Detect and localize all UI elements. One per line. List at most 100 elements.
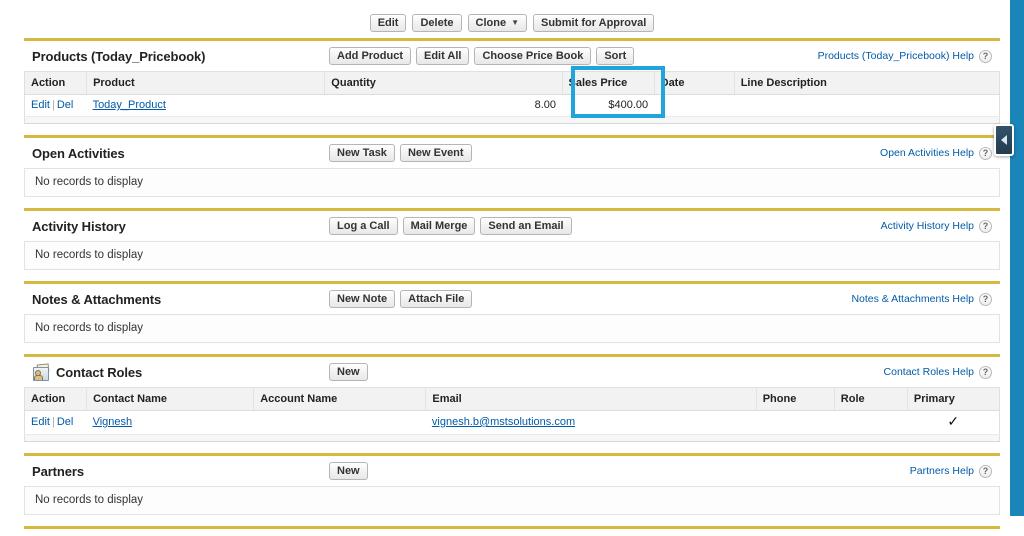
cell-contact-name: Vignesh: [86, 410, 254, 435]
edit-button[interactable]: Edit: [369, 14, 407, 32]
contact-roles-actions: New: [329, 363, 368, 381]
products-header: Products (Today_Pricebook) Add Product E…: [24, 41, 1000, 71]
cell-primary: ✓: [907, 410, 1000, 435]
new-contact-role-button[interactable]: New: [329, 363, 368, 381]
open-activities-help-link[interactable]: Open Activities Help: [880, 147, 974, 159]
submit-for-approval-button[interactable]: Submit for Approval: [532, 14, 655, 32]
sort-label: Sort: [604, 49, 627, 62]
new-note-button[interactable]: New Note: [329, 290, 396, 308]
col-action: Action: [24, 387, 88, 411]
products-table: Action Product Quantity Sales Price Date…: [24, 71, 1000, 124]
delete-button[interactable]: Delete: [412, 14, 462, 32]
open-activities-empty-state: No records to display: [24, 168, 1000, 197]
attach-file-button[interactable]: Attach File: [400, 290, 473, 308]
activity-history-title: Activity History: [32, 218, 126, 234]
email-link[interactable]: vignesh.b@mstsolutions.com: [432, 416, 575, 428]
col-primary: Primary: [907, 387, 1000, 411]
new-event-button[interactable]: New Event: [399, 144, 472, 162]
notes-attachments-header: Notes & Attachments New Note Attach File…: [24, 284, 1000, 314]
send-an-email-label: Send an Email: [488, 219, 564, 232]
choose-price-book-button[interactable]: Choose Price Book: [474, 47, 592, 65]
partners-related-list: Partners New Partners Help ? No records …: [24, 453, 1000, 515]
contact-roles-header: Contact Roles New Contact Roles Help ?: [24, 357, 1000, 387]
products-help-link[interactable]: Products (Today_Pricebook) Help: [818, 50, 974, 62]
contact-roles-title: Contact Roles: [56, 364, 143, 380]
add-product-button[interactable]: Add Product: [329, 47, 411, 65]
help-icon[interactable]: ?: [979, 365, 992, 379]
row-del-link[interactable]: Del: [57, 416, 74, 428]
partners-header: Partners New Partners Help ?: [24, 456, 1000, 486]
sort-button[interactable]: Sort: [596, 47, 635, 65]
action-separator: |: [51, 416, 55, 428]
right-sidebar-rail: [1010, 0, 1024, 516]
contact-card-icon: [32, 363, 50, 381]
row-del-link[interactable]: Del: [57, 99, 74, 111]
col-date: Date: [654, 71, 735, 95]
col-account-name: Account Name: [253, 387, 427, 411]
products-actions: Add Product Edit All Choose Price Book S…: [329, 47, 635, 65]
table-row: Edit | Del Today_Product 8.00 $400.00: [24, 94, 1000, 117]
cell-sales-price: $400.00: [562, 94, 655, 117]
mail-merge-button[interactable]: Mail Merge: [402, 217, 476, 235]
notes-attachments-help-link[interactable]: Notes & Attachments Help: [851, 293, 974, 305]
col-quantity: Quantity: [324, 71, 563, 95]
help-icon[interactable]: ?: [979, 219, 992, 233]
contact-name-link[interactable]: Vignesh: [93, 416, 133, 428]
col-product: Product: [86, 71, 326, 95]
product-link[interactable]: Today_Product: [93, 99, 166, 111]
activity-history-related-list: Activity History Log a Call Mail Merge S…: [24, 208, 1000, 270]
help-icon[interactable]: ?: [979, 464, 992, 478]
clone-button-label: Clone: [475, 16, 507, 29]
help-icon[interactable]: ?: [979, 292, 992, 306]
edit-all-button[interactable]: Edit All: [416, 47, 470, 65]
col-phone: Phone: [756, 387, 835, 411]
submit-for-approval-button-label: Submit for Approval: [540, 16, 647, 29]
partners-help: Partners Help ?: [910, 464, 992, 478]
partners-title: Partners: [32, 463, 84, 479]
new-task-label: New Task: [337, 146, 387, 159]
activity-history-actions: Log a Call Mail Merge Send an Email: [329, 217, 572, 235]
col-sales-price: Sales Price: [562, 71, 655, 95]
edit-button-label: Edit: [377, 16, 399, 29]
col-role: Role: [834, 387, 908, 411]
row-actions: Edit | Del: [24, 410, 87, 435]
open-activities-actions: New Task New Event: [329, 144, 472, 162]
cell-email: vignesh.b@mstsolutions.com: [425, 410, 757, 435]
sidebar-collapse-toggle[interactable]: [994, 124, 1014, 156]
help-icon[interactable]: ?: [979, 49, 992, 63]
notes-attachments-help: Notes & Attachments Help ?: [851, 292, 992, 306]
choose-price-book-label: Choose Price Book: [482, 49, 584, 62]
log-a-call-button[interactable]: Log a Call: [329, 217, 398, 235]
contact-roles-table: Action Contact Name Account Name Email P…: [24, 387, 1000, 442]
col-line-description: Line Description: [734, 71, 1000, 95]
col-contact-name: Contact Name: [86, 387, 255, 411]
new-event-label: New Event: [407, 146, 464, 159]
clone-button[interactable]: Clone ▼: [467, 14, 527, 32]
help-icon[interactable]: ?: [979, 146, 992, 160]
activity-history-help-link[interactable]: Activity History Help: [881, 220, 974, 232]
new-contact-role-label: New: [337, 365, 360, 378]
cell-date: [654, 94, 735, 117]
chevron-down-icon: ▼: [511, 17, 519, 27]
chevron-left-icon: [1001, 135, 1007, 145]
row-edit-link[interactable]: Edit: [31, 99, 50, 111]
record-action-bar: Edit Delete Clone ▼ Submit for Approval: [0, 0, 1024, 38]
open-activities-header: Open Activities New Task New Event Open …: [24, 138, 1000, 168]
products-table-header-row: Action Product Quantity Sales Price Date…: [24, 71, 1000, 95]
contact-roles-help: Contact Roles Help ?: [884, 365, 992, 379]
delete-button-label: Delete: [420, 16, 454, 29]
notes-attachments-title: Notes & Attachments: [32, 291, 162, 307]
row-edit-link[interactable]: Edit: [31, 416, 50, 428]
new-partner-button[interactable]: New: [329, 462, 368, 480]
contact-roles-help-link[interactable]: Contact Roles Help: [884, 366, 974, 378]
partners-help-link[interactable]: Partners Help: [910, 465, 974, 477]
new-task-button[interactable]: New Task: [329, 144, 395, 162]
cell-phone: [756, 410, 835, 435]
col-email: Email: [425, 387, 757, 411]
cell-product: Today_Product: [86, 94, 325, 117]
activity-history-empty-state: No records to display: [24, 241, 1000, 270]
cell-role: [834, 410, 908, 435]
send-an-email-button[interactable]: Send an Email: [480, 217, 572, 235]
table-row: Edit | Del Vignesh vignesh.b@mstsolutions.…: [24, 410, 1000, 435]
attach-file-label: Attach File: [408, 292, 465, 305]
